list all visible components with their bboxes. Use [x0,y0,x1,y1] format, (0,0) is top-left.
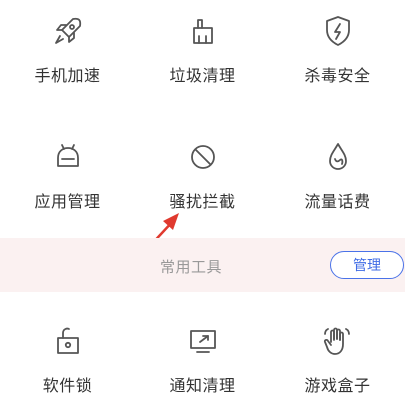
tool-app-management[interactable]: 应用管理 [0,140,135,212]
shield-lightning-icon [321,14,355,48]
phone-manager-tools-screen: 手机加速 垃圾清理 杀毒安全 应用管理 骚扰拦截 流量话费 常用工具 管理 软件… [0,0,405,418]
tool-antivirus[interactable]: 杀毒安全 [270,14,405,86]
tool-label: 游戏盒子 [304,376,371,395]
android-robot-icon [51,140,85,174]
tool-label: 软件锁 [42,376,93,395]
tool-label: 杀毒安全 [304,66,371,85]
tool-app-lock[interactable]: 软件锁 [0,324,135,396]
block-icon [186,140,220,174]
rocket-icon [51,14,85,48]
unlocked-padlock-icon [51,324,85,358]
tool-phone-boost[interactable]: 手机加速 [0,14,135,86]
tool-game-box[interactable]: 游戏盒子 [270,324,405,396]
manage-button[interactable]: 管理 [330,251,404,279]
tool-label: 垃圾清理 [169,66,236,85]
tool-label: 流量话费 [304,192,371,211]
drop-icon [321,140,355,174]
section-title: 常用工具 [160,258,223,276]
tool-data-billing[interactable]: 流量话费 [270,140,405,212]
hand-icon [321,324,355,358]
tool-label: 通知清理 [169,376,236,395]
broom-icon [186,14,220,48]
tool-notification-clean[interactable]: 通知清理 [135,324,270,396]
tool-label: 手机加速 [34,66,101,85]
tool-junk-clean[interactable]: 垃圾清理 [135,14,270,86]
tool-harassment-block[interactable]: 骚扰拦截 [135,140,270,212]
notification-icon [186,324,220,358]
tool-label: 应用管理 [34,192,101,211]
